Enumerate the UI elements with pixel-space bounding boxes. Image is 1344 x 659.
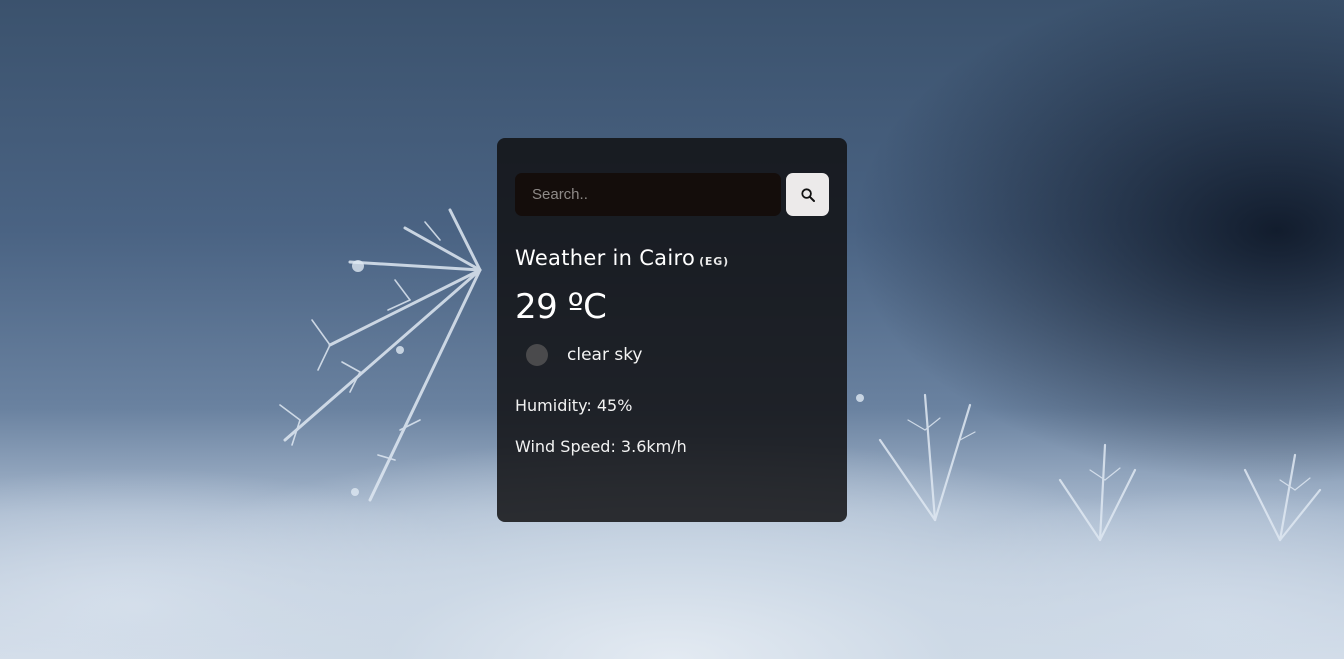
- search-button[interactable]: [786, 173, 829, 216]
- humidity: Humidity: 45%: [515, 395, 633, 415]
- weather-condition-icon: [526, 343, 548, 366]
- location-title-text: Weather in Cairo: [515, 246, 696, 270]
- weather-condition: clear sky: [515, 343, 829, 366]
- weather-description: clear sky: [567, 344, 643, 365]
- country-code: (EG): [699, 255, 729, 268]
- weather-card: Weather in Cairo(EG) 29 ºC clear sky Hum…: [497, 138, 847, 522]
- temperature: 29 ºC: [515, 287, 607, 328]
- wind-speed: Wind Speed: 3.6km/h: [515, 436, 687, 456]
- location-title: Weather in Cairo (EG): [515, 246, 829, 271]
- search-icon: [800, 187, 815, 202]
- search-bar: [515, 173, 829, 216]
- search-input[interactable]: [515, 173, 782, 216]
